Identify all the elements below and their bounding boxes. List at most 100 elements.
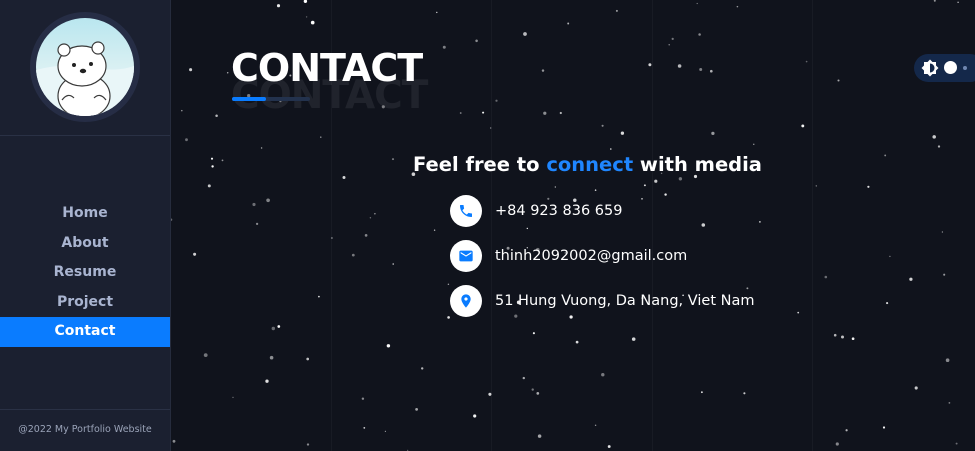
star <box>495 99 498 102</box>
star <box>266 198 270 203</box>
sidebar-item-project[interactable]: Project <box>0 288 170 318</box>
star <box>948 402 951 404</box>
star <box>541 69 545 72</box>
star <box>701 391 703 394</box>
star <box>310 20 315 25</box>
star <box>415 408 418 411</box>
star <box>221 159 224 162</box>
title-underline-accent <box>232 97 266 101</box>
star <box>203 353 208 357</box>
star <box>815 185 818 187</box>
star <box>386 344 391 348</box>
star <box>937 145 941 148</box>
star <box>845 429 848 432</box>
sidebar-item-contact[interactable]: Contact <box>0 317 170 347</box>
star <box>933 0 936 2</box>
star <box>363 426 366 429</box>
star <box>374 213 376 215</box>
sidebar-item-about[interactable]: About <box>0 229 170 259</box>
star <box>171 218 173 221</box>
star <box>193 252 197 256</box>
star <box>607 445 611 448</box>
star <box>575 340 579 344</box>
toggle-dot <box>963 66 967 70</box>
star <box>306 357 310 361</box>
star <box>391 158 395 161</box>
star <box>914 386 918 390</box>
star <box>841 335 844 339</box>
star <box>711 131 715 136</box>
contact-address[interactable]: 51 Hung Vuong, Da Nang, Viet Nam <box>450 285 754 317</box>
star <box>303 0 308 3</box>
star <box>945 358 950 363</box>
star <box>709 69 713 73</box>
star <box>536 392 540 395</box>
star <box>211 165 214 168</box>
star <box>384 430 387 433</box>
star <box>824 275 828 279</box>
street-address: 51 Hung Vuong, Da Nang, Viet Nam <box>495 293 755 309</box>
star <box>318 295 320 298</box>
star <box>743 392 746 395</box>
star <box>342 176 346 179</box>
star <box>232 396 234 399</box>
star <box>226 72 229 74</box>
star <box>801 124 805 128</box>
star <box>559 111 562 115</box>
sidebar-item-home[interactable]: Home <box>0 199 170 229</box>
star <box>698 33 701 36</box>
star <box>909 277 913 281</box>
star <box>643 184 646 187</box>
star <box>369 217 372 219</box>
sidebar-nav: Home About Resume Project Contact <box>0 199 170 347</box>
star <box>610 148 612 150</box>
star <box>475 39 478 43</box>
star <box>361 397 365 400</box>
star <box>392 263 394 265</box>
star <box>255 222 259 226</box>
star <box>631 337 636 341</box>
star <box>537 434 542 438</box>
star <box>433 229 436 231</box>
star <box>620 131 625 135</box>
star <box>677 64 682 68</box>
star <box>671 37 674 41</box>
star <box>668 44 670 46</box>
star <box>941 231 944 233</box>
phone-number: +84 923 836 659 <box>495 203 623 219</box>
theme-toggle[interactable] <box>914 54 975 82</box>
headline-accent: connect <box>546 153 634 176</box>
star <box>701 223 706 227</box>
avatar <box>30 12 140 122</box>
star <box>421 367 424 370</box>
star <box>648 63 652 67</box>
contact-email[interactable]: thinh2092002@gmail.com <box>450 240 687 272</box>
star <box>364 234 368 237</box>
star <box>306 443 310 446</box>
star <box>678 177 683 181</box>
star <box>215 114 218 118</box>
star <box>181 109 183 112</box>
star <box>172 439 176 443</box>
star <box>482 111 485 114</box>
star <box>305 16 308 18</box>
sidebar: Home About Resume Project Contact @2022 … <box>0 0 171 451</box>
contact-phone[interactable]: +84 923 836 659 <box>450 195 622 227</box>
star <box>459 112 462 114</box>
star <box>835 442 839 446</box>
star <box>884 154 887 157</box>
star <box>526 227 528 230</box>
star <box>696 2 698 5</box>
sidebar-item-resume[interactable]: Resume <box>0 258 170 288</box>
brightness-icon <box>921 59 939 77</box>
bear-illustration <box>36 41 134 116</box>
star <box>601 373 605 377</box>
email-address: thinh2092002@gmail.com <box>495 248 688 264</box>
star <box>276 4 281 8</box>
star <box>833 333 837 337</box>
star <box>189 68 193 72</box>
star <box>837 79 840 82</box>
star <box>207 184 211 188</box>
star <box>567 22 570 25</box>
star <box>699 68 703 71</box>
